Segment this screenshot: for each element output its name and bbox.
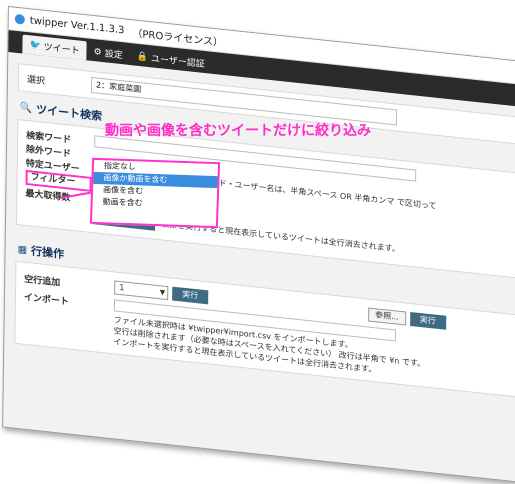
browse-button[interactable]: 参照...: [368, 307, 406, 326]
selection-label: 選択: [26, 74, 46, 87]
search-icon: 🔍: [19, 101, 33, 115]
grid-icon: ▦: [17, 243, 28, 256]
tab-tweet-label: ツイート: [43, 42, 80, 57]
lock-icon: 🔒: [136, 51, 149, 63]
row-ops-title: 行操作: [30, 244, 65, 261]
add-run-button[interactable]: 実行: [172, 286, 209, 305]
app-window: twipper Ver.1.1.3.3 （PROライセンス） 🐦 ツイート ⚙ …: [2, 6, 515, 484]
chevron-down-icon: ▼: [159, 288, 166, 297]
add-count-value: 1: [119, 282, 125, 293]
app-logo-icon: [14, 13, 25, 25]
tweet-search-title: ツイート検索: [35, 103, 103, 124]
tab-settings-label: 設定: [104, 49, 123, 62]
import-run-button[interactable]: 実行: [409, 311, 446, 330]
gear-icon: ⚙: [93, 46, 102, 58]
annotation-callout: 動画や画像を含むツイートだけに絞り込み: [105, 123, 371, 139]
filter-dropdown-list: 指定なし 画像か動画を含む 画像を含む 動画を含む: [89, 157, 221, 229]
tab-user-auth-label: ユーザー認証: [150, 54, 205, 71]
window-title: twipper Ver.1.1.3.3: [29, 14, 125, 36]
twitter-icon: 🐦: [29, 39, 41, 51]
